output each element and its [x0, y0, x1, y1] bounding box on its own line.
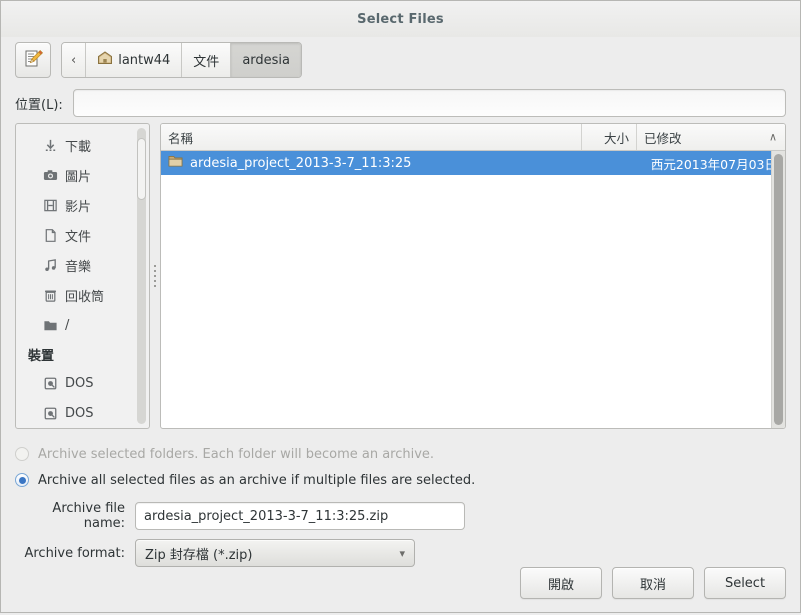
breadcrumb-label: lantw44	[118, 52, 171, 68]
music-icon	[42, 257, 58, 273]
dialog-titlebar: Select Files	[1, 1, 800, 37]
column-header-modified[interactable]: 已修改 ∧	[637, 124, 785, 150]
sidebar-item-label: 下載	[65, 139, 92, 155]
sidebar-scrollbar-thumb[interactable]	[137, 138, 146, 200]
sort-ascending-icon: ∧	[768, 130, 777, 144]
archive-format-label: Archive format:	[24, 545, 125, 561]
radio-button-icon[interactable]	[15, 447, 29, 461]
sidebar-scrollbar[interactable]	[137, 128, 146, 424]
file-name-cell: ardesia_project_2013-3-7_11:3:25	[161, 154, 630, 172]
pane-splitter-handle[interactable]	[150, 123, 160, 429]
download-icon	[42, 137, 58, 153]
sidebar-item-dos-1[interactable]: DOS	[16, 368, 149, 398]
chevron-down-icon: ▾	[399, 546, 405, 560]
breadcrumb-label: 文件	[193, 54, 220, 70]
archive-file-name-input[interactable]: ardesia_project_2013-3-7_11:3:25.zip	[135, 502, 465, 530]
archive-file-name-value: ardesia_project_2013-3-7_11:3:25.zip	[144, 508, 389, 524]
archive-file-name-label: Archive file name:	[52, 501, 125, 531]
sidebar-item-downloads[interactable]: 下載	[16, 130, 149, 160]
drive-icon	[42, 405, 58, 421]
column-header-name[interactable]: 名稱	[161, 124, 582, 150]
path-toolbar: ‹ lantw44 文件 ardesia	[1, 37, 800, 83]
breadcrumb-item-documents[interactable]: 文件	[182, 43, 232, 77]
column-header-label: 名稱	[168, 130, 194, 146]
sidebar-item-videos[interactable]: 影片	[16, 190, 149, 220]
sidebar-item-label: 音樂	[65, 259, 92, 275]
archive-format-select[interactable]: Zip 封存檔 (*.zip) ▾	[135, 539, 415, 567]
sidebar-item-label: /	[65, 317, 70, 333]
column-header-size[interactable]: 大小	[582, 124, 637, 150]
sidebar-item-dos-2[interactable]: DOS	[16, 398, 149, 428]
camera-icon	[42, 167, 58, 183]
column-header-label: 已修改	[644, 130, 682, 146]
sidebar-item-label: 影片	[65, 199, 92, 215]
sidebar-item-label: 文件	[65, 229, 92, 245]
radio-option-archive-all[interactable]: Archive all selected files as an archive…	[15, 467, 786, 493]
film-icon	[42, 197, 58, 213]
archive-format-value: Zip 封存檔 (*.zip)	[145, 547, 253, 563]
dialog-action-buttons: 開啟 取消 Select	[1, 567, 800, 615]
file-list-scrollbar[interactable]	[771, 151, 785, 428]
radio-option-label: Archive all selected files as an archive…	[38, 472, 476, 488]
drive-icon	[42, 375, 58, 391]
radio-button-selected-icon[interactable]	[15, 473, 29, 487]
sidebar-section-devices: 裝置	[28, 348, 55, 364]
breadcrumb-label: ardesia	[242, 52, 290, 68]
trash-icon	[42, 287, 58, 303]
breadcrumb: ‹ lantw44 文件 ardesia	[61, 42, 302, 78]
grip-dots-icon	[154, 265, 156, 287]
sidebar-item-label: 圖片	[65, 169, 92, 185]
file-list-scrollbar-thumb[interactable]	[774, 154, 783, 425]
dialog-title: Select Files	[357, 11, 444, 27]
radio-option-label: Archive selected folders. Each folder wi…	[38, 446, 435, 462]
places-sidebar: 下載 圖片 影片 文件 音樂 回收筒 / 裝置 DOS DOS	[15, 123, 150, 429]
browser-panes: 下載 圖片 影片 文件 音樂 回收筒 / 裝置 DOS DOS 名稱 大小 已修…	[1, 123, 800, 429]
breadcrumb-back-button[interactable]: ‹	[62, 43, 87, 77]
sidebar-item-root[interactable]: /	[16, 310, 149, 340]
file-name-label: ardesia_project_2013-3-7_11:3:25	[190, 155, 412, 171]
archive-options: Archive selected folders. Each folder wi…	[1, 429, 800, 493]
file-list-pane: 名稱 大小 已修改 ∧ ardesia_project_2013-3-7_11:…	[160, 123, 786, 429]
home-folder-icon	[97, 50, 113, 70]
document-icon	[42, 227, 58, 243]
cancel-button[interactable]: 取消	[612, 567, 694, 599]
archive-format-row: Archive format: Zip 封存檔 (*.zip) ▾	[1, 531, 800, 567]
sidebar-item-label: DOS	[65, 405, 94, 421]
file-list-body: ardesia_project_2013-3-7_11:3:25 西元2013年…	[161, 151, 785, 175]
sidebar-item-label: DOS	[65, 375, 94, 391]
location-row: 位置(L):	[1, 83, 800, 123]
file-list-header: 名稱 大小 已修改 ∧	[161, 124, 785, 151]
open-button[interactable]: 開啟	[520, 567, 602, 599]
archive-file-name-row: Archive file name: ardesia_project_2013-…	[1, 493, 800, 531]
folder-icon	[168, 154, 183, 172]
column-header-label: 大小	[603, 130, 629, 146]
chevron-left-icon: ‹	[71, 52, 77, 68]
radio-option-archive-folders[interactable]: Archive selected folders. Each folder wi…	[15, 441, 786, 467]
select-files-dialog: Select Files ‹ lantw44 文件 ardesia 位置(L):…	[0, 0, 801, 613]
sidebar-item-trash[interactable]: 回收筒	[16, 280, 149, 310]
sidebar-item-documents[interactable]: 文件	[16, 220, 149, 250]
folder-icon	[42, 317, 58, 333]
sidebar-item-label: 回收筒	[65, 289, 105, 305]
document-pencil-icon	[22, 48, 44, 73]
type-a-file-name-button[interactable]	[15, 42, 51, 78]
sidebar-item-pictures[interactable]: 圖片	[16, 160, 149, 190]
breadcrumb-item-lantw44[interactable]: lantw44	[86, 43, 183, 77]
select-button[interactable]: Select	[704, 567, 786, 599]
location-input[interactable]	[72, 89, 786, 117]
sidebar-item-music[interactable]: 音樂	[16, 250, 149, 280]
location-label: 位置(L):	[15, 97, 63, 113]
table-row[interactable]: ardesia_project_2013-3-7_11:3:25 西元2013年…	[161, 151, 785, 175]
breadcrumb-item-ardesia[interactable]: ardesia	[231, 43, 301, 77]
file-modified-cell: 西元2013年07月03日	[650, 156, 777, 172]
